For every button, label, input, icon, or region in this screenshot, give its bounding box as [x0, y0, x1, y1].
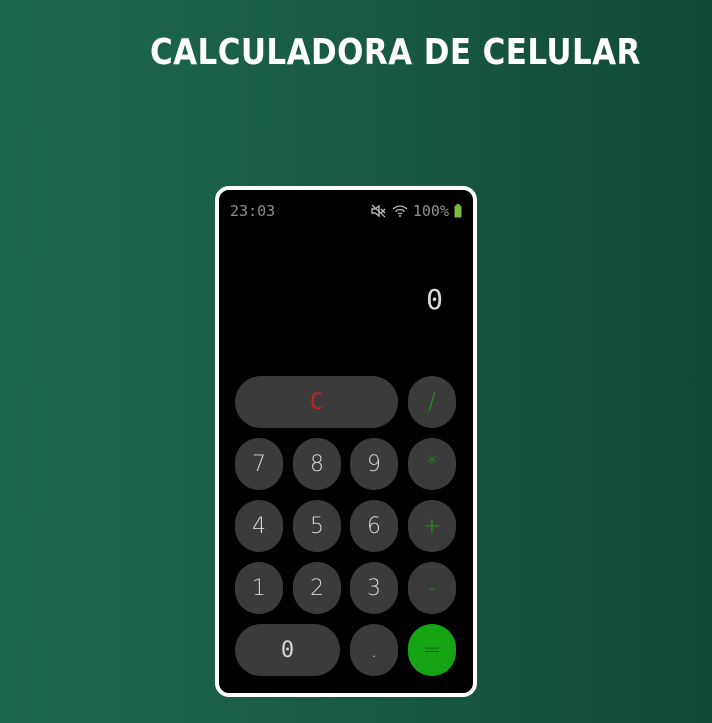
decimal-button[interactable]: .: [350, 624, 398, 676]
digit-7-button[interactable]: 7: [235, 438, 283, 490]
equals-button[interactable]: =: [408, 624, 456, 676]
plus-button[interactable]: +: [408, 500, 456, 552]
calculator-display: 0: [426, 283, 443, 316]
mute-icon: [371, 204, 387, 218]
divide-button[interactable]: /: [408, 376, 456, 428]
battery-percent: 100%: [412, 202, 449, 220]
digit-6-button[interactable]: 6: [350, 500, 398, 552]
digit-5-button[interactable]: 5: [293, 500, 341, 552]
digit-9-button[interactable]: 9: [350, 438, 398, 490]
phone-frame: 23:03 100% 0 C / 7 8 9 * 4 5 6 + 1 2 3 -…: [215, 186, 477, 697]
status-icons: 100%: [371, 202, 462, 220]
battery-icon: [454, 204, 462, 218]
digit-1-button[interactable]: 1: [235, 562, 283, 614]
clear-button[interactable]: C: [235, 376, 398, 428]
multiply-button[interactable]: *: [408, 438, 456, 490]
digit-4-button[interactable]: 4: [235, 500, 283, 552]
wifi-icon: [392, 205, 408, 217]
digit-2-button[interactable]: 2: [293, 562, 341, 614]
status-time: 23:03: [230, 202, 276, 220]
digit-3-button[interactable]: 3: [350, 562, 398, 614]
digit-0-button[interactable]: 0: [235, 624, 340, 676]
minus-button[interactable]: -: [408, 562, 456, 614]
page-title: CALCULADORA DE CELULAR: [150, 32, 641, 73]
status-bar: 23:03 100%: [219, 198, 473, 224]
digit-8-button[interactable]: 8: [293, 438, 341, 490]
